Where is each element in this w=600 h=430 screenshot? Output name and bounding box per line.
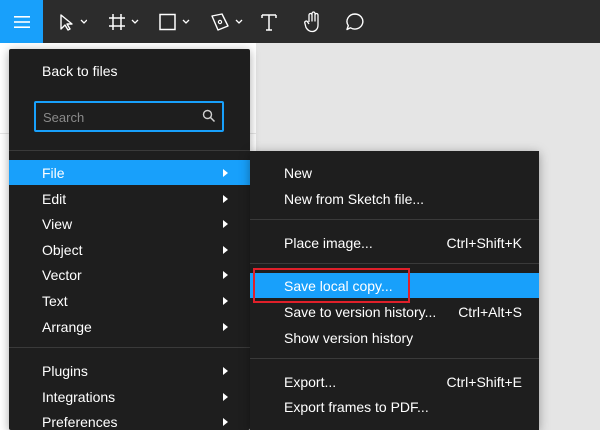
text-tool-button[interactable]: [256, 0, 282, 43]
back-to-files-item[interactable]: Back to files: [9, 58, 250, 83]
submenu-arrow-icon: [223, 418, 228, 426]
submenu-item-label: Export...: [284, 373, 337, 390]
menu-item-label: File: [42, 164, 65, 181]
shape-tool-icon: [159, 13, 190, 30]
main-menu: Back to files File Edit View Object Vect…: [9, 49, 250, 430]
submenu-separator: [250, 263, 539, 264]
menu-item-integrations[interactable]: Integrations: [9, 384, 250, 409]
menu-item-label: Vector: [42, 266, 82, 283]
pen-tool-icon: [211, 12, 243, 31]
menu-item-view[interactable]: View: [9, 211, 250, 236]
move-tool-icon: [60, 13, 87, 31]
shortcut-label: Ctrl+Shift+E: [446, 374, 522, 390]
frame-tool-button[interactable]: [106, 0, 142, 43]
submenu-item-export[interactable]: Export... Ctrl+Shift+E: [250, 369, 539, 394]
move-tool-button[interactable]: [52, 0, 92, 43]
menu-item-label: Edit: [42, 190, 67, 207]
comment-tool-icon: [346, 12, 364, 30]
menu-item-label: View: [42, 215, 73, 232]
highlight-outline: [253, 268, 410, 303]
menu-item-arrange[interactable]: Arrange: [9, 314, 250, 339]
menu-item-label: Preferences: [42, 413, 118, 430]
shortcut-label: Ctrl+Alt+S: [458, 304, 522, 320]
shape-tool-button[interactable]: [157, 0, 193, 43]
submenu-arrow-icon: [223, 367, 228, 375]
submenu-item-new[interactable]: New: [250, 160, 539, 185]
menu-item-file[interactable]: File: [9, 160, 250, 185]
menu-item-vector[interactable]: Vector: [9, 262, 250, 287]
submenu-item-label: Export frames to PDF...: [284, 398, 429, 415]
submenu-arrow-icon: [223, 393, 228, 401]
frame-tool-icon: [109, 13, 139, 30]
menu-item-label: Arrange: [42, 318, 92, 335]
submenu-arrow-icon: [223, 297, 228, 305]
search-input[interactable]: [43, 108, 193, 126]
submenu-arrow-icon: [223, 220, 228, 228]
menu-item-label: Plugins: [42, 362, 88, 379]
submenu-arrow-icon: [223, 195, 228, 203]
submenu-arrow-icon: [223, 169, 228, 177]
submenu-arrow-icon: [223, 323, 228, 331]
menu-item-plugins[interactable]: Plugins: [9, 358, 250, 383]
menu-separator: [9, 347, 250, 348]
comment-tool-button[interactable]: [342, 0, 368, 43]
main-menu-icon: [13, 15, 30, 28]
submenu-item-label: New from Sketch file...: [284, 190, 425, 207]
pen-tool-button[interactable]: [208, 0, 246, 43]
submenu-item-export-frames-pdf[interactable]: Export frames to PDF...: [250, 394, 539, 419]
submenu-arrow-icon: [223, 246, 228, 254]
menu-item-preferences[interactable]: Preferences: [9, 409, 250, 430]
text-tool-icon: [261, 13, 277, 31]
submenu-separator: [250, 219, 539, 220]
search-icon: [202, 109, 216, 123]
submenu-item-new-from-sketch[interactable]: New from Sketch file...: [250, 186, 539, 211]
search-field[interactable]: [34, 101, 224, 132]
submenu-separator: [250, 358, 539, 359]
menu-item-edit[interactable]: Edit: [9, 186, 250, 211]
submenu-item-label: Show version history: [284, 329, 414, 346]
submenu-item-label: New: [284, 164, 313, 181]
menu-item-text[interactable]: Text: [9, 288, 250, 313]
menu-item-label: Integrations: [42, 388, 116, 405]
menu-item-object[interactable]: Object: [9, 237, 250, 262]
shortcut-label: Ctrl+Shift+K: [446, 235, 522, 251]
toolbar: [0, 0, 600, 43]
back-to-files-label: Back to files: [42, 62, 118, 79]
submenu-item-show-version-history[interactable]: Show version history: [250, 325, 539, 350]
menu-item-label: Text: [42, 292, 68, 309]
hand-tool-icon: [304, 10, 319, 32]
menu-item-label: Object: [42, 241, 83, 258]
hand-tool-button[interactable]: [299, 0, 327, 43]
submenu-item-place-image[interactable]: Place image... Ctrl+Shift+K: [250, 230, 539, 255]
submenu-item-label: Save to version history...: [284, 303, 437, 320]
submenu-arrow-icon: [223, 271, 228, 279]
main-menu-button[interactable]: [0, 0, 43, 43]
menu-separator: [9, 150, 250, 151]
submenu-item-label: Place image...: [284, 234, 373, 251]
